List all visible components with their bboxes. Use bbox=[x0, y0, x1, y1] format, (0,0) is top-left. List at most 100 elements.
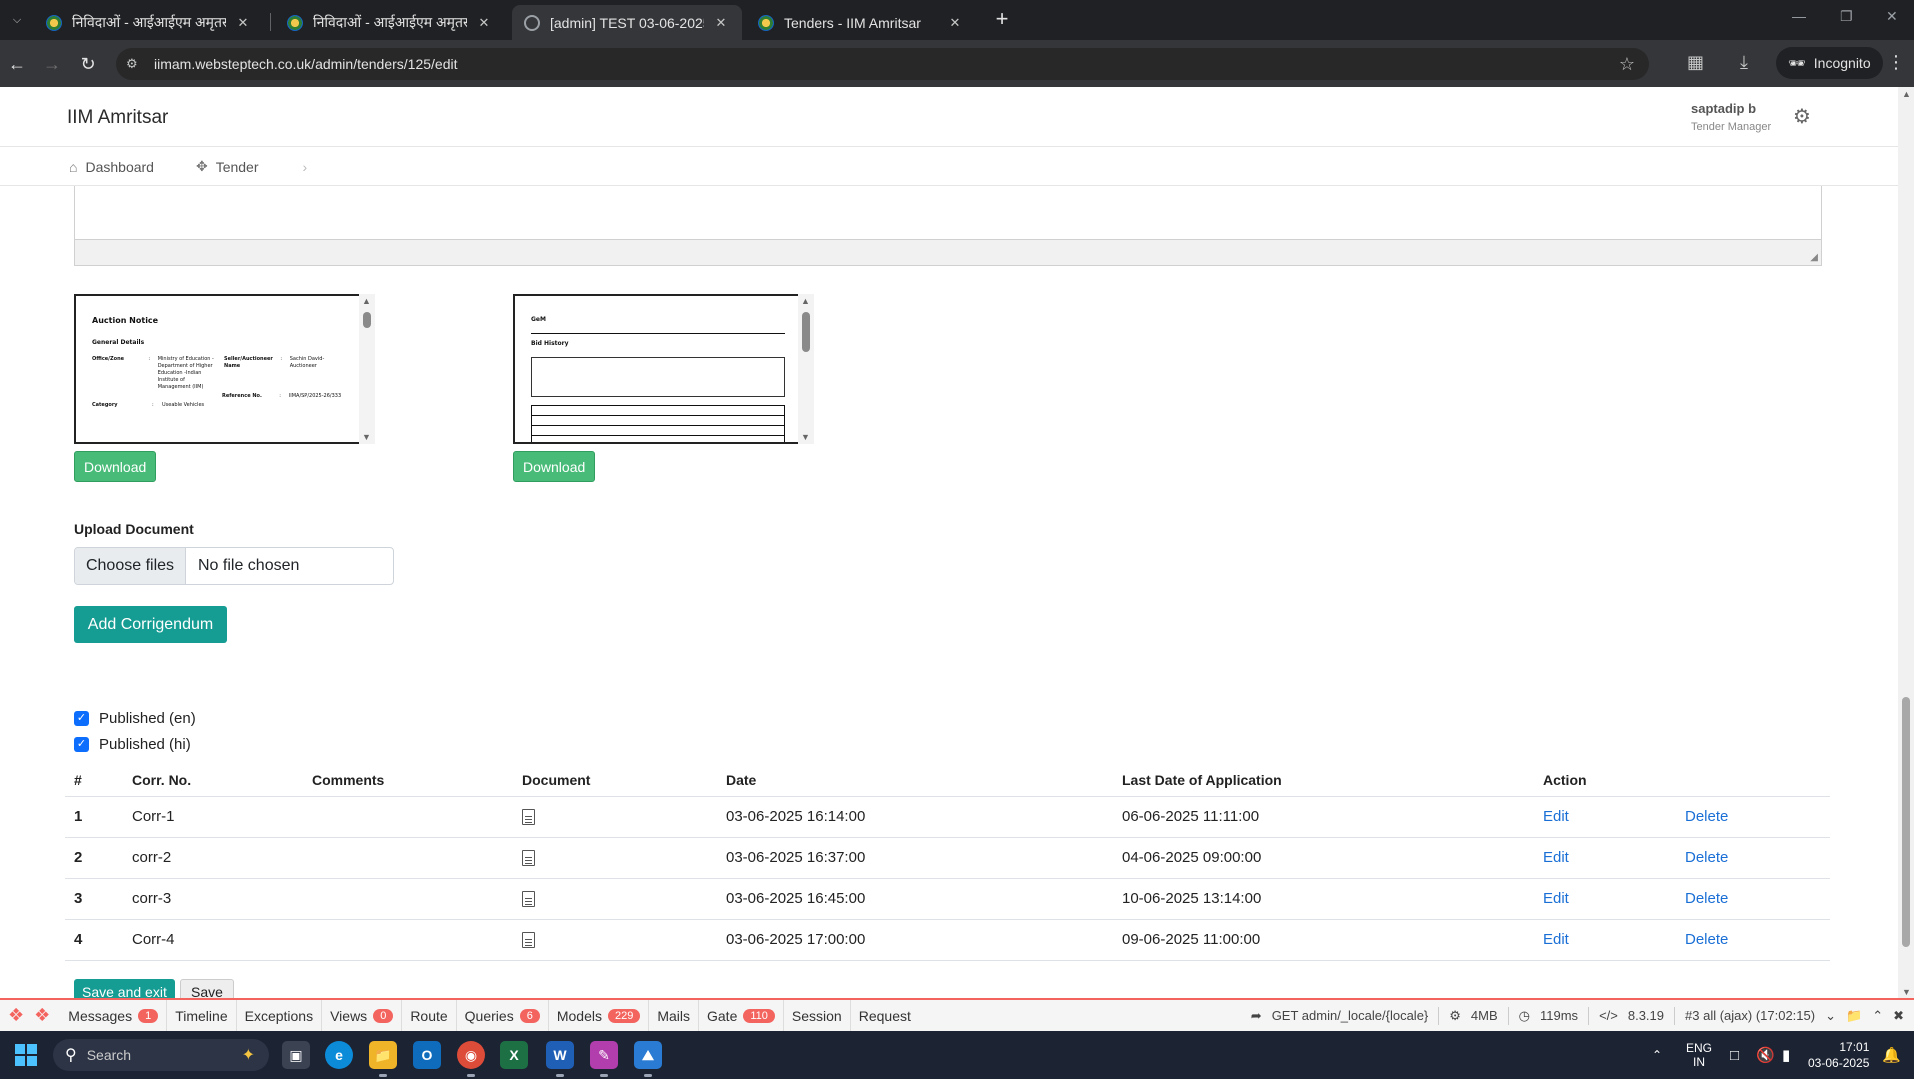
browser-tab-3-active[interactable]: [admin] TEST 03-06-2025 - IIM ✕ bbox=[512, 5, 742, 40]
scroll-down-icon[interactable]: ▼ bbox=[1902, 987, 1911, 997]
scroll-down-icon[interactable]: ▼ bbox=[801, 432, 810, 442]
file-upload-input[interactable]: Choose files No file chosen bbox=[74, 547, 394, 585]
debug-tab-queries[interactable]: Queries 6 bbox=[457, 1000, 549, 1031]
close-icon[interactable]: ✕ bbox=[475, 15, 493, 31]
site-settings-icon[interactable]: ⚙ bbox=[126, 56, 144, 72]
document-icon[interactable] bbox=[522, 850, 535, 867]
user-name[interactable]: saptadip b bbox=[1691, 101, 1756, 116]
notification-bell-icon[interactable]: 🔔 bbox=[1882, 1031, 1901, 1079]
breadcrumb-tender[interactable]: ✥ Tender bbox=[196, 158, 259, 175]
delete-link[interactable]: Delete bbox=[1685, 890, 1728, 907]
debug-tab-views[interactable]: Views 0 bbox=[322, 1000, 403, 1031]
close-icon[interactable]: ✕ bbox=[234, 15, 252, 31]
scroll-up-icon[interactable]: ▲ bbox=[801, 296, 810, 306]
document-preview-1[interactable]: Auction Notice General Details Office/Zo… bbox=[74, 294, 366, 444]
new-tab-plus-icon[interactable]: + bbox=[990, 8, 1014, 32]
preview-1-scrollbar[interactable]: ▲ ▼ bbox=[359, 294, 375, 444]
scroll-thumb[interactable] bbox=[802, 312, 810, 352]
back-arrow-icon[interactable]: ← bbox=[5, 52, 29, 76]
breadcrumb-dashboard-label[interactable]: Dashboard bbox=[85, 159, 154, 175]
excel-icon[interactable]: X bbox=[500, 1041, 528, 1069]
file-explorer-icon[interactable]: 📁 bbox=[369, 1041, 397, 1077]
close-icon[interactable]: ✕ bbox=[712, 15, 730, 31]
word-icon[interactable]: W bbox=[546, 1041, 574, 1077]
tab-search-chevron-icon[interactable]: ⌵ bbox=[6, 9, 28, 31]
gear-icon[interactable]: ⚙ bbox=[1793, 104, 1811, 129]
laravel-logo-icon[interactable]: ❖ bbox=[34, 1005, 50, 1026]
debug-tab-route[interactable]: Route bbox=[402, 1000, 457, 1031]
language-indicator[interactable]: ENG IN bbox=[1686, 1031, 1712, 1079]
restore-icon[interactable]: ❐ bbox=[1840, 8, 1853, 25]
description-editor[interactable]: ◢ bbox=[74, 186, 1822, 266]
debug-tab-request[interactable]: Request bbox=[851, 1000, 919, 1031]
laravel-logo-icon[interactable]: ❖ bbox=[8, 1005, 24, 1026]
document-preview-2[interactable]: GeM Bid History bbox=[513, 294, 805, 444]
debug-request-select[interactable]: #3 all (ajax) (17:02:15) bbox=[1685, 1008, 1815, 1023]
debug-tab-gate[interactable]: Gate 110 bbox=[699, 1000, 784, 1031]
scroll-up-icon[interactable]: ▲ bbox=[362, 296, 371, 306]
forward-arrow-icon[interactable]: → bbox=[40, 52, 64, 76]
edit-link[interactable]: Edit bbox=[1543, 808, 1569, 825]
published-en-label[interactable]: Published (en) bbox=[99, 710, 196, 727]
window-close-icon[interactable]: ✕ bbox=[1886, 8, 1898, 25]
scroll-down-icon[interactable]: ▼ bbox=[362, 432, 371, 442]
breadcrumb-tender-label[interactable]: Tender bbox=[216, 159, 259, 175]
published-en-checkbox-row[interactable]: ✓ Published (en) bbox=[74, 710, 196, 727]
browser-tab-1[interactable]: निविदाओं - आईआईएम अमृतसर ✕ bbox=[34, 5, 264, 40]
debug-route[interactable]: GET admin/_locale/{locale} bbox=[1272, 1008, 1429, 1023]
edge-icon[interactable]: e bbox=[325, 1041, 353, 1069]
battery-icon[interactable]: ▮ bbox=[1782, 1031, 1790, 1079]
task-view-icon[interactable]: ▣ bbox=[282, 1041, 310, 1069]
tray-overflow-icon[interactable]: ⌃ bbox=[1652, 1031, 1662, 1079]
close-icon[interactable]: ✕ bbox=[946, 15, 964, 31]
chevron-down-icon[interactable]: ⌄ bbox=[1825, 1008, 1836, 1024]
delete-link[interactable]: Delete bbox=[1685, 808, 1728, 825]
chrome-icon[interactable]: ◉ bbox=[457, 1041, 485, 1077]
brand-title[interactable]: IIM Amritsar bbox=[67, 107, 168, 129]
network-icon[interactable]: □ bbox=[1730, 1031, 1739, 1079]
debug-tab-models[interactable]: Models 229 bbox=[549, 1000, 650, 1031]
document-icon[interactable] bbox=[522, 932, 535, 949]
breadcrumb-dashboard[interactable]: ⌂ Dashboard bbox=[69, 159, 154, 175]
scroll-thumb[interactable] bbox=[363, 312, 371, 328]
taskbar-clock[interactable]: 17:01 03-06-2025 bbox=[1808, 1039, 1869, 1071]
taskbar-search[interactable]: ⚲ Search ✦ bbox=[53, 1039, 269, 1071]
document-icon[interactable] bbox=[522, 891, 535, 908]
page-scroll-thumb[interactable] bbox=[1902, 697, 1910, 947]
extensions-icon[interactable]: ▦ bbox=[1687, 52, 1704, 73]
volume-mute-icon[interactable]: 🔇 bbox=[1756, 1031, 1775, 1079]
edit-link[interactable]: Edit bbox=[1543, 931, 1569, 948]
browser-tab-2[interactable]: निविदाओं - आईआईएम अमृतसर ✕ bbox=[275, 5, 505, 40]
debug-tab-session[interactable]: Session bbox=[784, 1000, 851, 1031]
debug-tab-exceptions[interactable]: Exceptions bbox=[237, 1000, 323, 1031]
scroll-up-icon[interactable]: ▲ bbox=[1902, 89, 1911, 99]
debug-tab-mails[interactable]: Mails bbox=[649, 1000, 699, 1031]
address-bar[interactable]: ⚙ iimam.websteptech.co.uk/admin/tenders/… bbox=[116, 48, 1649, 80]
page-scrollbar[interactable]: ▲ ▼ bbox=[1898, 87, 1914, 999]
outlook-icon[interactable]: O bbox=[413, 1041, 441, 1069]
edit-link[interactable]: Edit bbox=[1543, 890, 1569, 907]
close-icon[interactable]: ✖ bbox=[1893, 1008, 1904, 1024]
delete-link[interactable]: Delete bbox=[1685, 931, 1728, 948]
add-corrigendum-button[interactable]: Add Corrigendum bbox=[74, 606, 227, 643]
published-hi-checkbox-row[interactable]: ✓ Published (hi) bbox=[74, 736, 191, 753]
reload-icon[interactable]: ↻ bbox=[76, 52, 100, 76]
folder-icon[interactable]: 📁 bbox=[1846, 1008, 1862, 1024]
download-button-1[interactable]: Download bbox=[74, 451, 157, 482]
resize-grip-icon[interactable]: ◢ bbox=[1810, 252, 1818, 263]
debug-tab-messages[interactable]: Messages 1 bbox=[60, 1000, 168, 1031]
edit-link[interactable]: Edit bbox=[1543, 849, 1569, 866]
incognito-indicator[interactable]: 🕶 Incognito bbox=[1776, 47, 1883, 79]
preview-2-scrollbar[interactable]: ▲ ▼ bbox=[798, 294, 814, 444]
download-button-2[interactable]: Download bbox=[513, 451, 596, 482]
photos-icon[interactable]: ⛰ bbox=[634, 1041, 662, 1077]
document-icon[interactable] bbox=[522, 809, 535, 826]
minimize-icon[interactable]: — bbox=[1792, 8, 1806, 24]
checkbox-checked-icon[interactable]: ✓ bbox=[74, 737, 89, 752]
download-icon[interactable]: ⤓ bbox=[1740, 52, 1748, 73]
delete-link[interactable]: Delete bbox=[1685, 849, 1728, 866]
choose-files-button[interactable]: Choose files bbox=[75, 548, 186, 584]
windows-start-icon[interactable] bbox=[15, 1044, 37, 1066]
app-icon[interactable]: ✎ bbox=[590, 1041, 618, 1077]
checkbox-checked-icon[interactable]: ✓ bbox=[74, 711, 89, 726]
